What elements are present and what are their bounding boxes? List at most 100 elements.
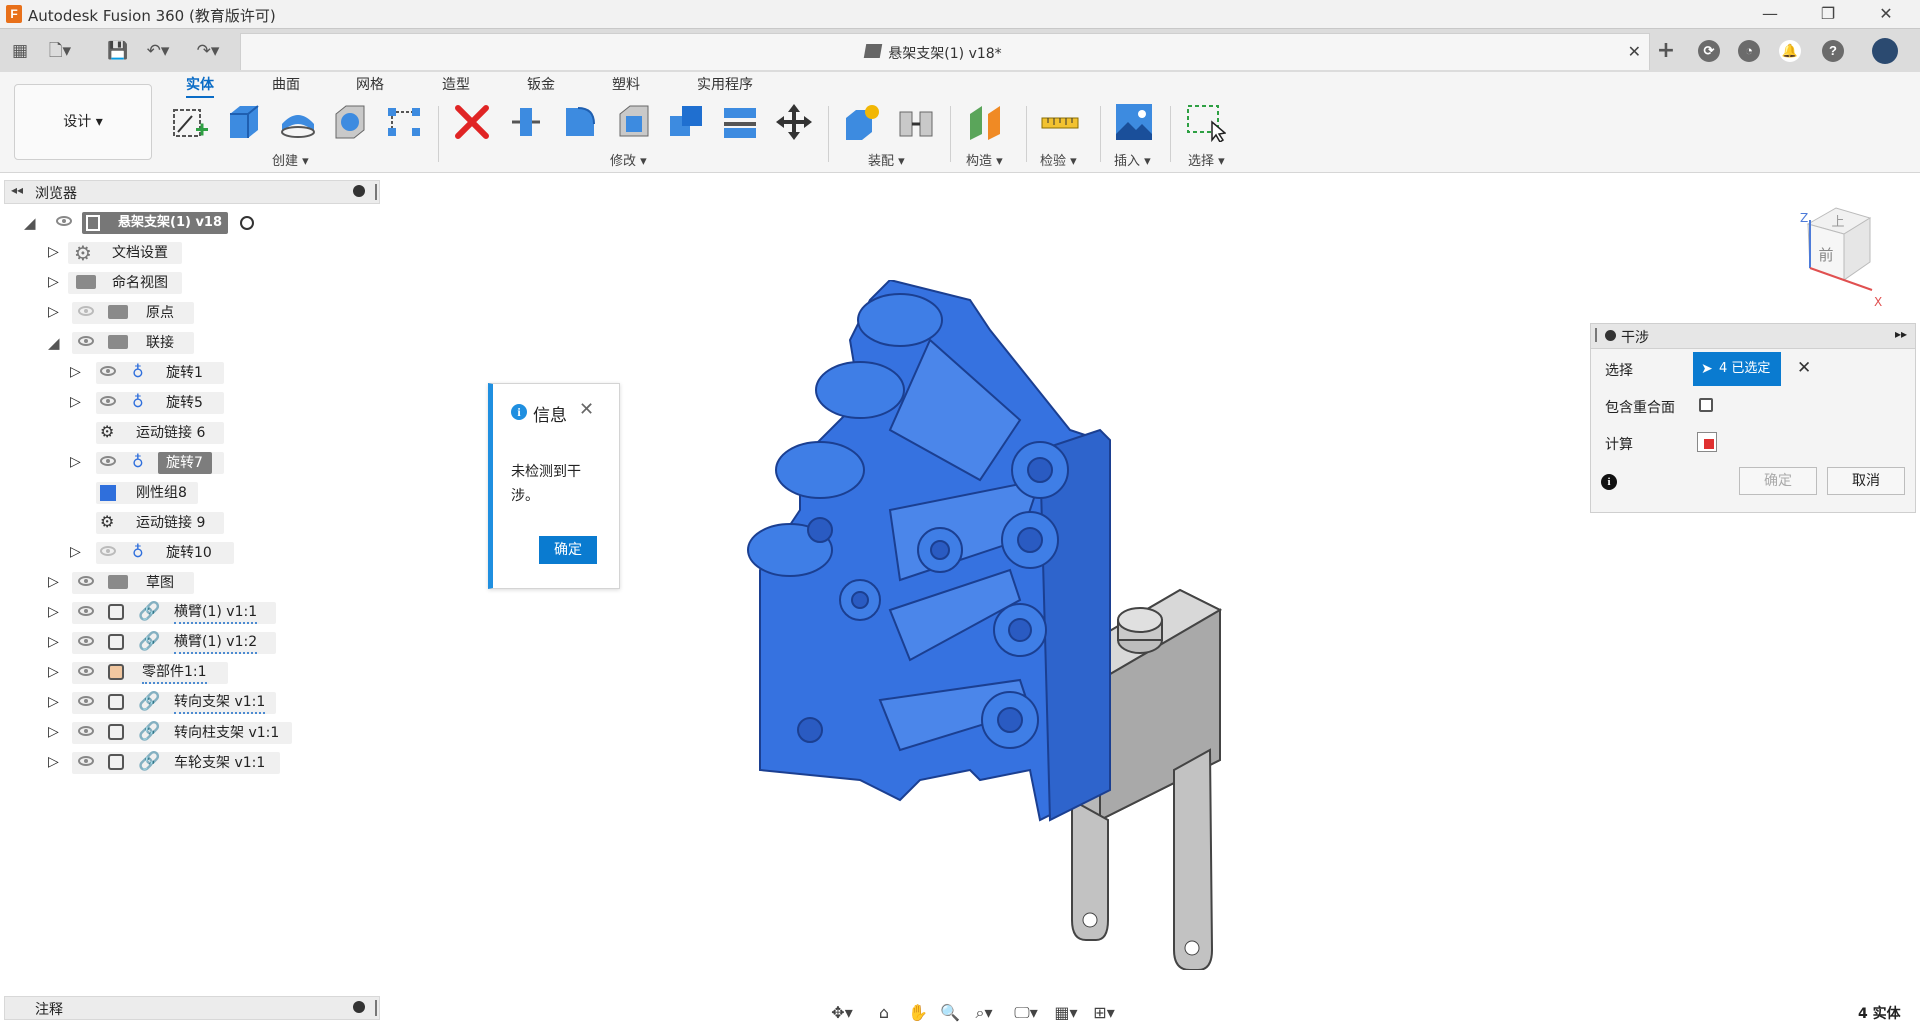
hidden-eye-icon[interactable] [100, 546, 116, 556]
construct-group-label[interactable]: 构造 ▾ [966, 150, 1003, 169]
hidden-eye-icon[interactable] [78, 306, 94, 316]
visibility-eye-icon[interactable] [100, 456, 116, 466]
collapsed-arrow-icon[interactable]: ▷ [70, 454, 81, 470]
tree-item-named-views[interactable]: ▷ 命名视图 [0, 270, 380, 296]
joint-icon[interactable] [896, 102, 936, 142]
tree-item-doc-settings[interactable]: ▷ ⚙ 文档设置 [0, 240, 380, 266]
document-tab[interactable]: 悬架支架(1) v18* ✕ [240, 33, 1650, 70]
redo-icon[interactable]: ↷▾ [196, 39, 220, 63]
include-coincident-checkbox[interactable] [1699, 398, 1713, 412]
undo-icon[interactable]: ↶▾ [146, 39, 170, 63]
workspace-switcher-button[interactable]: 设计 ▾ [14, 84, 152, 160]
tree-item-sketches[interactable]: ▷ 草图 [0, 570, 380, 596]
viewports-icon[interactable]: ⊞▾ [1092, 1002, 1116, 1024]
file-menu-icon[interactable]: 🗋▾ [48, 39, 72, 63]
data-panel-grid-icon[interactable]: ▦ [8, 39, 32, 63]
delete-icon[interactable] [452, 102, 492, 142]
expanded-arrow-icon[interactable]: ◢ [24, 214, 36, 232]
model-viewport[interactable] [740, 280, 1240, 970]
viewcube-top-face[interactable]: 上 [1831, 215, 1844, 230]
grid-snaps-icon[interactable]: ▦▾ [1054, 1002, 1078, 1024]
clear-selection-icon[interactable]: ✕ [1797, 358, 1811, 378]
collapsed-arrow-icon[interactable]: ▷ [48, 244, 59, 260]
tab-mesh[interactable]: 网格 [356, 74, 384, 94]
notification-bell-icon[interactable]: 🔔 [1779, 40, 1801, 62]
restore-icon[interactable]: ❐ [1808, 2, 1848, 26]
expand-dialog-icon[interactable]: ▸▸ [1895, 327, 1907, 341]
collapse-panel-icon[interactable]: ◂◂ [11, 183, 23, 197]
display-settings-icon[interactable]: 🖵▾ [1014, 1002, 1038, 1024]
expanded-arrow-icon[interactable]: ◢ [48, 334, 60, 352]
visibility-eye-icon[interactable] [78, 666, 94, 676]
combine-icon[interactable] [666, 102, 706, 142]
user-avatar[interactable] [1872, 38, 1898, 64]
collapsed-arrow-icon[interactable]: ▷ [48, 724, 59, 740]
tree-item-rigid-group-8[interactable]: 刚性组8 [0, 480, 380, 506]
tree-item-component[interactable]: ▷ 🔗 车轮支架 v1:1 [0, 750, 380, 776]
move-copy-icon[interactable] [774, 102, 814, 142]
visibility-eye-icon[interactable] [78, 606, 94, 616]
insert-group-label[interactable]: 插入 ▾ [1114, 150, 1151, 169]
help-icon[interactable]: ? [1822, 40, 1844, 62]
save-icon[interactable]: 💾 [106, 39, 130, 63]
dialog-cancel-button[interactable]: 取消 [1827, 467, 1905, 495]
press-pull-icon[interactable] [506, 102, 546, 142]
tab-plastic[interactable]: 塑料 [612, 74, 640, 94]
pin-icon[interactable] [375, 184, 377, 200]
fit-icon[interactable]: ⌕▾ [972, 1002, 996, 1024]
dialog-ok-button[interactable]: 确定 [1739, 467, 1817, 495]
tab-form[interactable]: 造型 [442, 74, 470, 94]
new-tab-plus-icon[interactable]: + [1654, 39, 1678, 63]
visibility-eye-icon[interactable] [78, 636, 94, 646]
tree-item-revolute-7[interactable]: ▷ ♁ 旋转7 [0, 450, 380, 476]
tree-item-revolute-5[interactable]: ▷ ♁ 旋转5 [0, 390, 380, 416]
new-component-icon[interactable] [842, 102, 882, 142]
dialog-options-icon[interactable] [1605, 330, 1616, 341]
inspect-group-label[interactable]: 检验 ▾ [1040, 150, 1077, 169]
visibility-eye-icon[interactable] [78, 696, 94, 706]
create-group-label[interactable]: 创建 ▾ [272, 150, 309, 169]
tab-surface[interactable]: 曲面 [272, 74, 300, 94]
pan-hand-icon[interactable]: ✋ [906, 1002, 930, 1024]
collapsed-arrow-icon[interactable]: ▷ [70, 364, 81, 380]
notes-options-icon[interactable] [353, 1001, 365, 1013]
collapsed-arrow-icon[interactable]: ▷ [70, 394, 81, 410]
shell-icon[interactable] [330, 102, 370, 142]
tab-sheet-metal[interactable]: 钣金 [527, 74, 555, 94]
create-sketch-icon[interactable] [170, 102, 210, 142]
close-popup-icon[interactable]: ✕ [579, 399, 594, 420]
interference-dialog-header[interactable]: 干涉 ▸▸ [1591, 324, 1915, 349]
tree-item-revolute-10[interactable]: ▷ ♁ 旋转10 [0, 540, 380, 566]
orbit-icon[interactable]: ✥▾ [830, 1002, 854, 1024]
selection-chip[interactable]: ➤ 4 已选定 [1693, 352, 1781, 386]
tree-item-joints[interactable]: ◢ 联接 [0, 330, 380, 356]
visibility-eye-icon[interactable] [100, 396, 116, 406]
fillet-icon[interactable] [560, 102, 600, 142]
view-cube[interactable]: 上 前 Z X [1788, 200, 1888, 310]
split-body-icon[interactable] [720, 102, 760, 142]
close-window-icon[interactable]: ✕ [1866, 2, 1906, 26]
collapsed-arrow-icon[interactable]: ▷ [48, 634, 59, 650]
chamfer-icon[interactable] [614, 102, 654, 142]
pattern-icon[interactable] [384, 102, 424, 142]
tree-item-revolute-1[interactable]: ▷ ♁ 旋转1 [0, 360, 380, 386]
modify-group-label[interactable]: 修改 ▾ [610, 150, 647, 169]
tree-item-origin[interactable]: ▷ 原点 [0, 300, 380, 326]
collapsed-arrow-icon[interactable]: ▷ [48, 304, 59, 320]
extrude-icon[interactable] [224, 102, 264, 142]
tree-item-component[interactable]: ▷ 零部件1:1 [0, 660, 380, 686]
collapsed-arrow-icon[interactable]: ▷ [48, 574, 59, 590]
collapsed-arrow-icon[interactable]: ▷ [48, 754, 59, 770]
notes-panel-header[interactable]: 注释 [4, 996, 380, 1020]
tree-item-motion-link-9[interactable]: ⚙ 运动链接 9 [0, 510, 380, 536]
collapsed-arrow-icon[interactable]: ▷ [70, 544, 81, 560]
offset-plane-icon[interactable] [966, 102, 1006, 142]
collapsed-arrow-icon[interactable]: ▷ [48, 274, 59, 290]
measure-icon[interactable] [1040, 102, 1080, 142]
suspension-arm-assembly[interactable] [747, 280, 1111, 822]
pin-icon[interactable] [375, 1000, 377, 1016]
look-at-icon[interactable]: ⌂ [872, 1002, 896, 1024]
zoom-icon[interactable]: 🔍 [938, 1002, 962, 1024]
visibility-eye-icon[interactable] [56, 216, 72, 226]
info-icon[interactable]: i [1601, 474, 1617, 490]
